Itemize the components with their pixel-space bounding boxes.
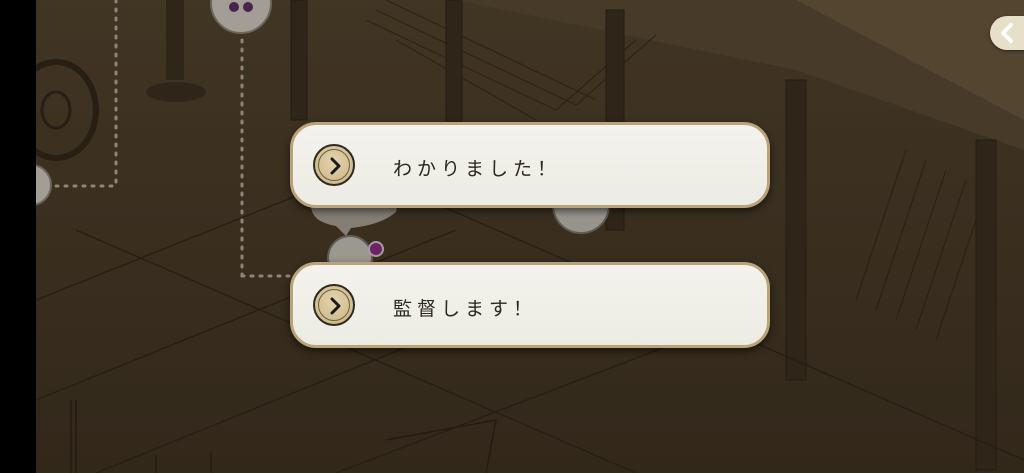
letterbox-bar [0, 0, 36, 473]
map-background [36, 0, 1024, 473]
choice-label: わかりました！ [393, 158, 562, 180]
back-button[interactable] [990, 16, 1024, 50]
game-screen: わかりました！ 監督します！ [0, 0, 1024, 473]
choice-button-will-supervise[interactable]: 監督します！ [290, 262, 770, 348]
choice-label: 監督します！ [393, 298, 538, 320]
sepia-building-illustration [36, 0, 1024, 473]
chevron-left-icon [997, 22, 1017, 48]
play-arrow-icon [313, 284, 355, 326]
play-arrow-icon [313, 144, 355, 186]
choice-button-understood[interactable]: わかりました！ [290, 122, 770, 208]
